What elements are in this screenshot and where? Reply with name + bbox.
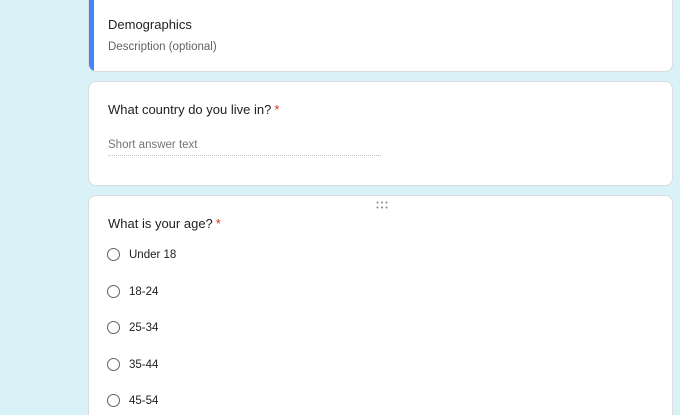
option-label[interactable]: 35-44 [129, 359, 158, 371]
question-card-age[interactable]: What is your age? * Under 18 18-24 25-34 … [88, 195, 673, 415]
section-header-card[interactable]: Demographics Description (optional) [88, 0, 673, 72]
radio-unchecked-icon[interactable] [107, 248, 120, 261]
option-35-44[interactable]: 35-44 [107, 358, 158, 371]
question-title[interactable]: What country do you live in? * [108, 102, 279, 117]
option-18-24[interactable]: 18-24 [107, 285, 158, 298]
question-card-country[interactable]: What country do you live in? * [88, 81, 673, 186]
question-title[interactable]: What is your age? * [108, 216, 221, 231]
section-description[interactable]: Description (optional) [108, 41, 217, 53]
option-label[interactable]: 45-54 [129, 395, 158, 407]
section-accent-bar [89, 0, 94, 71]
radio-unchecked-icon[interactable] [107, 394, 120, 407]
short-answer-input[interactable] [108, 135, 381, 156]
radio-unchecked-icon[interactable] [107, 285, 120, 298]
option-45-54[interactable]: 45-54 [107, 394, 158, 407]
required-asterisk: * [274, 102, 280, 117]
option-label[interactable]: 18-24 [129, 286, 158, 298]
option-label[interactable]: Under 18 [129, 249, 176, 261]
radio-unchecked-icon[interactable] [107, 321, 120, 334]
question-text: What country do you live in? [108, 102, 272, 117]
option-25-34[interactable]: 25-34 [107, 321, 158, 334]
question-text: What is your age? [108, 216, 213, 231]
radio-unchecked-icon[interactable] [107, 358, 120, 371]
drag-handle-icon[interactable] [376, 201, 388, 209]
option-under-18[interactable]: Under 18 [107, 248, 176, 261]
option-label[interactable]: 25-34 [129, 322, 158, 334]
required-asterisk: * [215, 216, 221, 231]
section-title[interactable]: Demographics [108, 17, 192, 32]
form-editor-canvas: Demographics Description (optional) What… [0, 0, 680, 415]
